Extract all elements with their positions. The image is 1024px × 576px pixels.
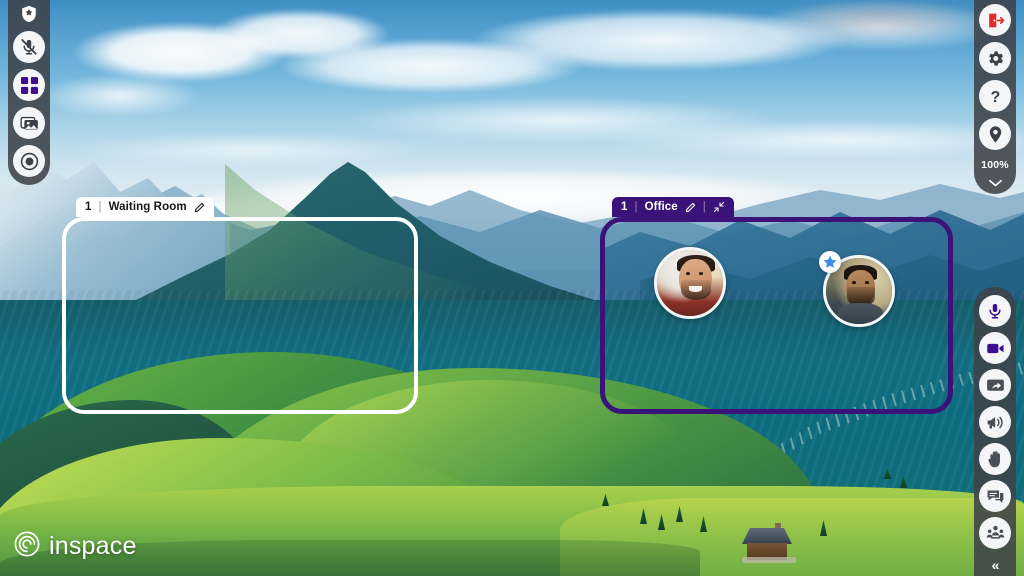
shield-star-icon <box>13 4 45 24</box>
gear-icon[interactable] <box>979 42 1011 74</box>
left-toolbar <box>8 0 50 185</box>
record-icon[interactable] <box>13 145 45 177</box>
brand-name: inspace <box>49 532 137 560</box>
help-question-icon[interactable]: ? <box>979 80 1011 112</box>
room-border <box>62 217 418 414</box>
avatar[interactable] <box>654 247 726 319</box>
room-waiting-room[interactable]: 1 | Waiting Room <box>62 197 418 414</box>
right-top-toolbar: ? 100% <box>974 0 1016 194</box>
double-chevron-left-icon[interactable]: « <box>992 558 1000 572</box>
room-label-separator-2: | <box>702 201 706 213</box>
room-index: 1 <box>621 201 628 213</box>
room-index: 1 <box>85 201 92 213</box>
room-label-waiting-room[interactable]: 1 | Waiting Room <box>76 197 214 217</box>
room-label-separator: | <box>98 201 102 213</box>
exit-door-icon[interactable] <box>979 4 1011 36</box>
megaphone-icon[interactable] <box>979 406 1011 438</box>
right-bottom-toolbar: « <box>974 287 1016 576</box>
video-camera-icon[interactable] <box>979 332 1011 364</box>
apps-grid-icon[interactable] <box>13 69 45 101</box>
microphone-muted-icon[interactable] <box>13 31 45 63</box>
room-label-office[interactable]: 1 | Office | <box>612 197 734 217</box>
room-label-separator: | <box>634 201 638 213</box>
room-name: Office <box>644 201 678 213</box>
microphone-icon[interactable] <box>979 295 1011 327</box>
room-office[interactable]: 1 | Office | <box>600 197 953 414</box>
inspace-workspace: 1 | Waiting Room 1 | Office | ? 100% « i… <box>0 0 1024 576</box>
star-badge-icon <box>819 251 841 273</box>
chat-bubble-icon[interactable] <box>979 480 1011 512</box>
pencil-edit-icon[interactable] <box>685 202 696 213</box>
zoom-level: 100% <box>981 159 1009 171</box>
brand-logo: inspace <box>14 531 137 562</box>
room-name: Waiting Room <box>108 201 187 213</box>
collapse-arrows-icon[interactable] <box>713 201 725 213</box>
room-border <box>600 217 953 414</box>
image-gallery-icon[interactable] <box>13 107 45 139</box>
inspace-spiral-logo-icon <box>14 531 40 562</box>
pencil-edit-icon[interactable] <box>194 202 205 213</box>
location-pin-icon[interactable] <box>979 118 1011 150</box>
chevron-down-icon[interactable] <box>988 178 1003 188</box>
raise-hand-icon[interactable] <box>979 443 1011 475</box>
svg-text:?: ? <box>990 89 1000 106</box>
cabin-icon <box>742 523 796 563</box>
participants-icon[interactable] <box>979 517 1011 549</box>
screen-share-icon[interactable] <box>979 369 1011 401</box>
